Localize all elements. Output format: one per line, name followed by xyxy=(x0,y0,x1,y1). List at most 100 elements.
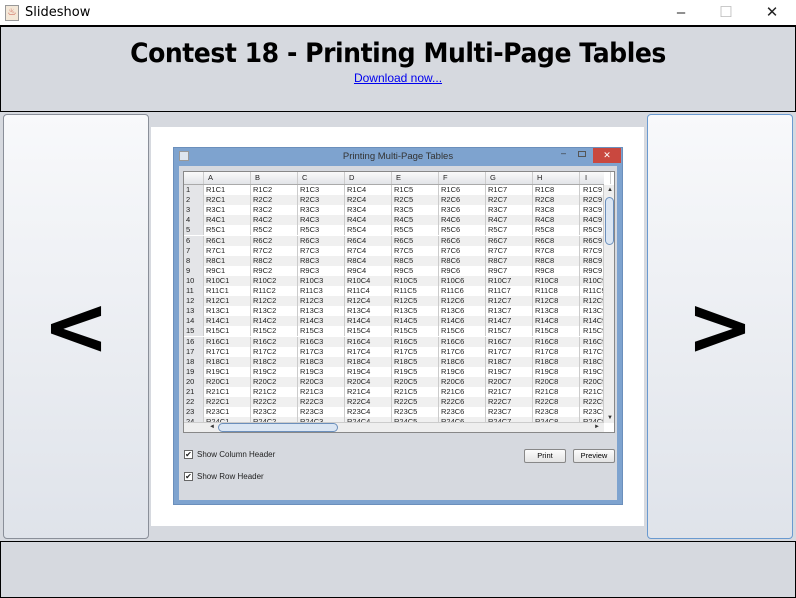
table-cell[interactable]: R9C3 xyxy=(298,265,345,276)
table-cell[interactable]: R9C4 xyxy=(345,265,392,276)
table-cell[interactable]: R7C1 xyxy=(204,245,251,256)
checkbox-checked-icon[interactable]: ✔ xyxy=(184,472,193,481)
table-cell[interactable]: R4C7 xyxy=(486,215,533,226)
table-row[interactable]: 7 R7C1 R7C2 R7C3 R7C4 R7C5 R7C6 R7C7 R7C8 R7C9 xyxy=(184,245,604,256)
table-cell[interactable]: R8C7 xyxy=(486,255,533,266)
table-cell[interactable]: R4C2 xyxy=(251,215,298,226)
table-cell[interactable]: R7C7 xyxy=(486,245,533,256)
table-cell[interactable]: R6C6 xyxy=(439,235,486,246)
table-cell[interactable]: R14C7 xyxy=(486,316,533,327)
table-cell[interactable]: R20C1 xyxy=(204,376,251,387)
row-header-cell[interactable]: 13 xyxy=(184,306,204,317)
table-cell[interactable]: R3C7 xyxy=(486,205,533,216)
table-cell[interactable]: R22C5 xyxy=(392,397,439,408)
table-cell[interactable]: R7C2 xyxy=(251,245,298,256)
table-cell[interactable]: R9C5 xyxy=(392,265,439,276)
table-cell[interactable]: R4C6 xyxy=(439,215,486,226)
table-cell[interactable]: R20C5 xyxy=(392,376,439,387)
table-cell[interactable]: R15C9 xyxy=(581,326,604,336)
table-cell[interactable]: R16C2 xyxy=(251,336,298,347)
table-cell[interactable]: R20C3 xyxy=(298,376,345,387)
table-cell[interactable]: R13C7 xyxy=(486,306,533,317)
table-cell[interactable]: R3C5 xyxy=(392,205,439,216)
table-cell[interactable]: R16C1 xyxy=(204,336,251,347)
row-header-cell[interactable]: 15 xyxy=(184,326,204,337)
table-cell[interactable]: R21C1 xyxy=(204,387,251,398)
table-cell[interactable]: R20C4 xyxy=(345,376,392,387)
table-cell[interactable]: R15C3 xyxy=(298,326,345,337)
table-cell[interactable]: R2C1 xyxy=(204,195,251,206)
table-cell[interactable]: R16C9 xyxy=(581,337,604,347)
table-cell[interactable]: R9C6 xyxy=(439,265,486,276)
table-cell[interactable]: R15C4 xyxy=(345,326,392,337)
table-cell[interactable]: R6C5 xyxy=(392,235,439,246)
table-cell[interactable]: R21C7 xyxy=(486,387,533,398)
table-cell[interactable]: R4C5 xyxy=(392,215,439,226)
table-cell[interactable]: R18C9 xyxy=(581,357,604,367)
horizontal-scroll-thumb[interactable] xyxy=(218,423,338,432)
table-cell[interactable]: R7C5 xyxy=(392,245,439,256)
scroll-down-icon[interactable]: ▼ xyxy=(607,415,613,421)
table-cell[interactable]: R3C3 xyxy=(298,205,345,216)
table-cell[interactable]: R18C8 xyxy=(533,356,580,367)
table-row[interactable]: 15 R15C1 R15C2 R15C3 R15C4 R15C5 R15C6 R15C7 R15… xyxy=(184,326,604,337)
table-row[interactable]: 4 R4C1 R4C2 R4C3 R4C4 R4C5 R4C6 R4C7 R4C8 R4C9 xyxy=(184,215,604,226)
table-cell[interactable]: R21C9 xyxy=(581,387,604,397)
table-cell[interactable]: R11C5 xyxy=(392,286,439,297)
print-button[interactable]: Print xyxy=(524,449,566,463)
table-cell[interactable]: R20C2 xyxy=(251,376,298,387)
table-cell[interactable]: R13C5 xyxy=(392,306,439,317)
row-header-cell[interactable]: 9 xyxy=(184,265,204,276)
table-cell[interactable]: R14C3 xyxy=(298,316,345,327)
table-cell[interactable]: R12C8 xyxy=(533,296,580,307)
table-cell[interactable]: R17C7 xyxy=(486,346,533,357)
table-cell[interactable]: R11C4 xyxy=(345,286,392,297)
table-cell[interactable]: R7C6 xyxy=(439,245,486,256)
table-cell[interactable]: R20C9 xyxy=(581,377,604,387)
table-cell[interactable]: R23C2 xyxy=(251,407,298,418)
table-cell[interactable]: R6C9 xyxy=(581,236,604,246)
table-cell[interactable]: R15C8 xyxy=(533,326,580,337)
table-cell[interactable]: R15C7 xyxy=(486,326,533,337)
table-cell[interactable]: R16C4 xyxy=(345,336,392,347)
column-header-cell[interactable]: E xyxy=(392,172,439,184)
table-row[interactable]: 10 R10C1 R10C2 R10C3 R10C4 R10C5 R10C6 R10C7 R10… xyxy=(184,275,604,286)
next-button[interactable]: > xyxy=(647,114,793,539)
table-cell[interactable]: R21C4 xyxy=(345,387,392,398)
row-header-cell[interactable]: 22 xyxy=(184,397,204,408)
column-header-cell[interactable]: D xyxy=(345,172,392,184)
table-cell[interactable]: R3C9 xyxy=(581,205,604,215)
table-cell[interactable]: R16C6 xyxy=(439,336,486,347)
row-header-cell[interactable]: 7 xyxy=(184,245,204,256)
table-cell[interactable]: R3C8 xyxy=(533,205,580,216)
table-cell[interactable]: R22C3 xyxy=(298,397,345,408)
column-header-cell[interactable]: A xyxy=(204,172,251,184)
table-row[interactable]: 18 R18C1 R18C2 R18C3 R18C4 R18C5 R18C6 R18C7 R18… xyxy=(184,356,604,367)
table-row[interactable]: 16 R16C1 R16C2 R16C3 R16C4 R16C5 R16C6 R16C7 R16… xyxy=(184,336,604,347)
table-cell[interactable]: R13C2 xyxy=(251,306,298,317)
table-cell[interactable]: R7C3 xyxy=(298,245,345,256)
table-cell[interactable]: R22C8 xyxy=(533,397,580,408)
table-cell[interactable]: R23C9 xyxy=(581,407,604,417)
table-cell[interactable]: R1C7 xyxy=(486,185,533,196)
table-cell[interactable]: R5C1 xyxy=(204,225,251,236)
table-cell[interactable]: R13C8 xyxy=(533,306,580,317)
table-cell[interactable]: R23C1 xyxy=(204,407,251,418)
table-cell[interactable]: R17C2 xyxy=(251,346,298,357)
row-header-cell[interactable]: 2 xyxy=(184,195,204,206)
table-cell[interactable]: R23C8 xyxy=(533,407,580,418)
table-cell[interactable]: R11C8 xyxy=(533,286,580,297)
table-cell[interactable]: R17C9 xyxy=(581,347,604,357)
table-cell[interactable]: R5C2 xyxy=(251,225,298,236)
table-cell[interactable]: R1C2 xyxy=(251,185,298,196)
table-cell[interactable]: R13C1 xyxy=(204,306,251,317)
table-cell[interactable]: R4C8 xyxy=(533,215,580,226)
minimize-button[interactable]: – xyxy=(666,3,696,23)
table-cell[interactable]: R1C8 xyxy=(533,185,580,196)
table-cell[interactable]: R14C8 xyxy=(533,316,580,327)
table-cell[interactable]: R11C2 xyxy=(251,286,298,297)
table-cell[interactable]: R18C5 xyxy=(392,356,439,367)
table-cell[interactable]: R14C1 xyxy=(204,316,251,327)
table-cell[interactable]: R22C4 xyxy=(345,397,392,408)
row-header-cell[interactable]: 23 xyxy=(184,407,204,418)
